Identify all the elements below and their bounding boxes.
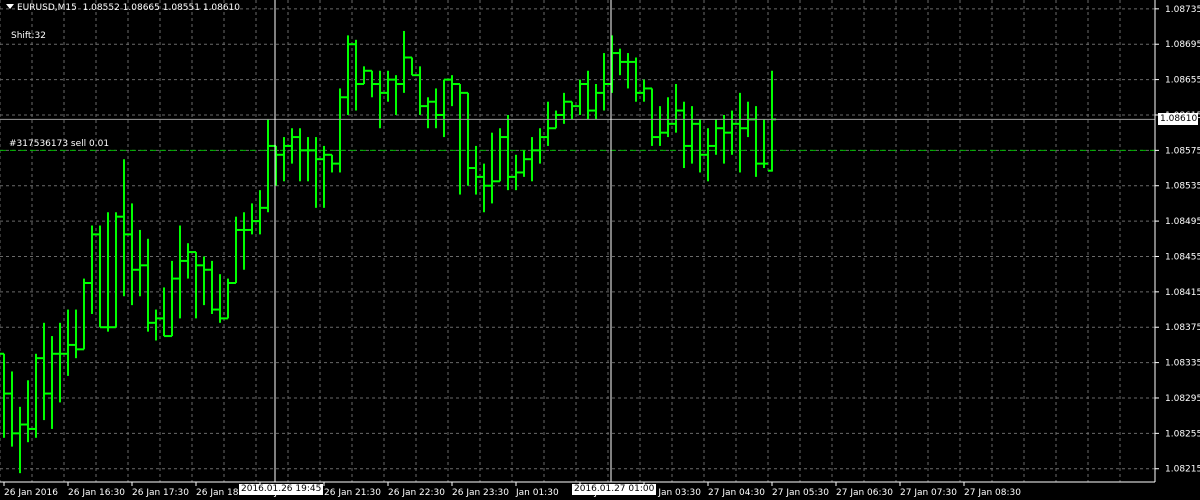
y-tick-label: 1.08335 — [1165, 359, 1200, 369]
y-tick-label: 1.08535 — [1165, 182, 1200, 192]
crosshair-time-label-2: 2016.01.27 01:00 — [572, 484, 657, 495]
x-tick-label: 26 Jan 21:30 — [324, 488, 381, 498]
shift-label: Shift:32 — [11, 31, 46, 41]
ohlc-values: 1.08552 1.08665 1.08551 1.08610 — [82, 3, 241, 13]
crosshair-time-label-1: 2016.01.26 19:45 — [239, 484, 324, 495]
y-tick-label: 1.08415 — [1165, 288, 1200, 298]
x-tick-label: 27 Jan 08:30 — [964, 488, 1021, 498]
x-tick-label: Jan 01:30 — [515, 488, 559, 498]
x-tick-label: 27 Jan 06:30 — [836, 488, 893, 498]
x-tick-label: 26 Jan 18 — [196, 488, 239, 498]
symbol-label: EURUSD,M15 — [17, 3, 77, 13]
y-tick-label: 1.08695 — [1165, 40, 1200, 50]
y-tick-label: 1.08455 — [1165, 252, 1200, 262]
x-tick-label: 27 Jan 07:30 — [900, 488, 957, 498]
x-tick-label: 26 Jan 2016 — [4, 488, 58, 498]
x-tick-label: 26 Jan 23:30 — [452, 488, 509, 498]
y-tick-label: 1.08735 — [1165, 5, 1200, 15]
x-tick-label: 26 Jan 16:30 — [68, 488, 125, 498]
y-tick-label: 1.08255 — [1165, 429, 1200, 439]
chart-header: EURUSD,M15 1.08552 1.08665 1.08551 1.086… — [6, 3, 240, 13]
x-tick-label: 26 Jan 22:30 — [388, 488, 445, 498]
y-tick-label: 1.08215 — [1165, 465, 1200, 475]
current-price-label: 1.08610 — [1158, 113, 1198, 126]
y-tick-label: 1.08375 — [1165, 323, 1200, 333]
y-tick-label: 1.08655 — [1165, 76, 1200, 86]
y-tick-label: 1.08575 — [1165, 146, 1200, 156]
y-tick-label: 1.08495 — [1165, 217, 1200, 227]
price-chart[interactable]: 1.087351.086951.086551.086151.085751.085… — [0, 0, 1200, 500]
x-tick-label: 26 Jan 17:30 — [132, 488, 189, 498]
y-tick-label: 1.08295 — [1165, 394, 1200, 404]
x-tick-label: 27 Jan 05:30 — [772, 488, 829, 498]
x-tick-label: 27 Jan 04:30 — [708, 488, 765, 498]
order-label[interactable]: #317536173 sell 0.01 — [9, 139, 109, 149]
dropdown-triangle-icon[interactable] — [6, 4, 14, 9]
